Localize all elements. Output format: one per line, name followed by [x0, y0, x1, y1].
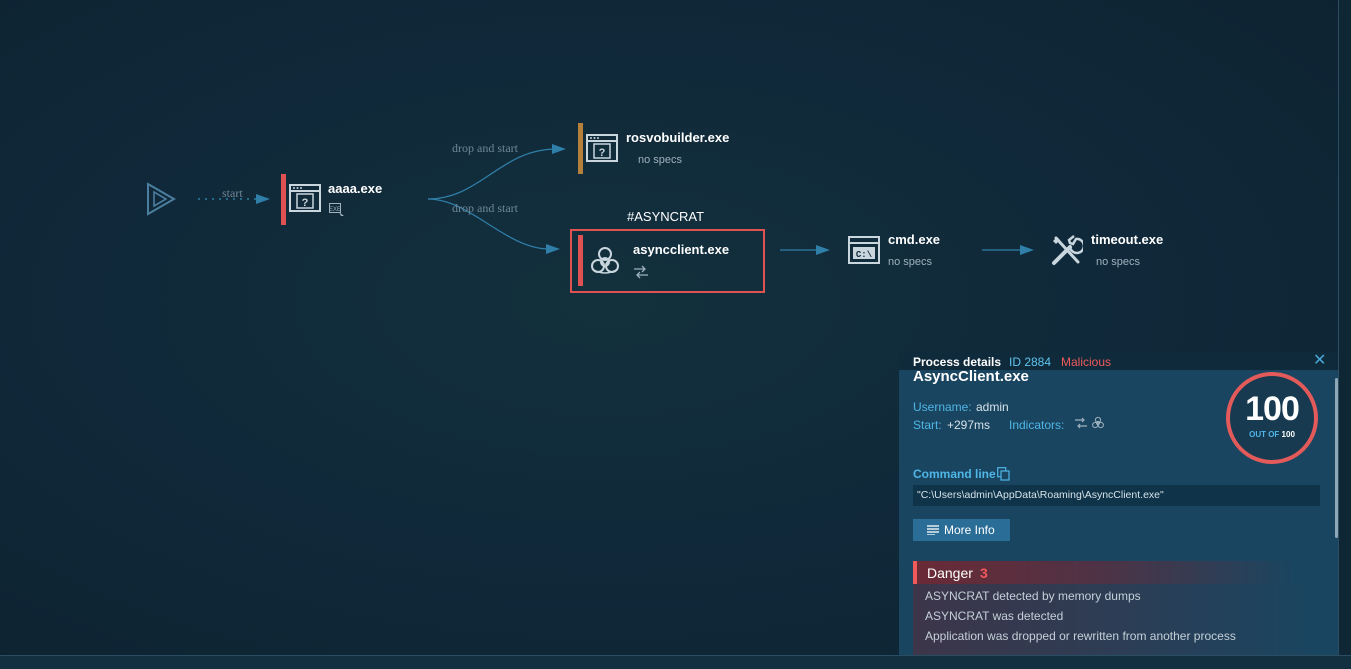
more-info-label: More Info: [944, 523, 995, 537]
biohazard-icon: [591, 247, 619, 274]
asyncclient-node-name[interactable]: asyncclient.exe: [633, 242, 729, 257]
score-max: 100: [1281, 430, 1295, 439]
aaaa-status-bar: [281, 174, 286, 225]
indicators-label: Indicators:: [1009, 418, 1065, 432]
rosvo-node-name[interactable]: rosvobuilder.exe: [626, 130, 729, 145]
tools-icon[interactable]: [1050, 234, 1083, 267]
edge-label-drop-2: drop and start: [452, 201, 518, 215]
network-exchange-icon: [634, 265, 648, 279]
cmd-node-sub: no specs: [888, 256, 933, 268]
username-label: Username:: [913, 400, 972, 414]
command-line-label: Command line: [913, 467, 996, 481]
exe-file-icon: EXE: [329, 203, 344, 216]
bottom-edge-strip: [0, 655, 1351, 669]
cmd-node-name[interactable]: cmd.exe: [888, 232, 940, 247]
right-edge-strip: [1338, 0, 1351, 669]
play-start-icon[interactable]: [145, 182, 177, 216]
async-status-bar: [578, 235, 583, 286]
edge-label-start: start: [222, 186, 243, 200]
danger-count: 3: [980, 565, 988, 581]
username-value: admin: [976, 400, 1009, 414]
close-icon[interactable]: ✕: [1313, 352, 1326, 370]
cmd-console-icon[interactable]: C:\: [848, 236, 880, 264]
danger-item: Application was dropped or rewritten fro…: [925, 629, 1236, 643]
svg-text:C:\: C:\: [856, 250, 873, 260]
network-exchange-icon: [1075, 417, 1087, 429]
svg-text:?: ?: [599, 147, 606, 159]
danger-item: ASYNCRAT was detected: [925, 609, 1064, 623]
process-id: ID 2884: [1009, 355, 1052, 369]
command-line-text: "C:\Users\admin\AppData\Roaming\AsyncCli…: [917, 489, 1164, 501]
verdict-label: Malicious: [1061, 355, 1112, 369]
timeout-node-name[interactable]: timeout.exe: [1091, 232, 1163, 247]
more-info-button[interactable]: More Info: [913, 519, 1010, 541]
edge-drop-rosvo: [427, 148, 556, 200]
danger-title: Danger: [927, 565, 973, 581]
threat-score-circle: 100 OUT OF 100: [1226, 372, 1318, 464]
start-label: Start:: [913, 418, 942, 432]
unknown-program-icon[interactable]: ?: [586, 134, 618, 162]
command-line-field[interactable]: "C:\Users\admin\AppData\Roaming\AsyncCli…: [913, 485, 1320, 506]
edge-label-drop-1: drop and start: [452, 141, 518, 155]
unknown-program-icon[interactable]: ?: [289, 184, 321, 212]
danger-section-header[interactable]: Danger 3: [913, 561, 1295, 584]
process-details-panel: Process details ID 2884 Malicious ✕ Asyn…: [899, 352, 1338, 655]
threat-score-scale: OUT OF 100: [1230, 430, 1314, 439]
rosvo-node-sub: no specs: [638, 154, 683, 166]
svg-text:?: ?: [302, 197, 309, 209]
timeout-node-sub: no specs: [1096, 256, 1141, 268]
list-icon: [927, 525, 939, 535]
start-value: +297ms: [947, 418, 991, 432]
threat-score-value: 100: [1245, 390, 1300, 428]
aaaa-node-name[interactable]: aaaa.exe: [328, 181, 382, 196]
danger-list: ASYNCRAT detected by memory dumps ASYNCR…: [913, 584, 1313, 655]
danger-item: ASYNCRAT detected by memory dumps: [925, 589, 1141, 603]
edge-start-arrow: [256, 194, 270, 204]
copy-icon[interactable]: [997, 467, 1010, 481]
asyncrat-tag[interactable]: #ASYNCRAT: [627, 209, 704, 224]
biohazard-icon: [1092, 416, 1104, 429]
panel-title: Process details: [913, 355, 1002, 369]
process-name: AsyncClient.exe: [913, 368, 1029, 385]
svg-text:EXE: EXE: [329, 207, 341, 213]
score-out-of: OUT OF: [1249, 430, 1280, 439]
rosvo-status-bar: [578, 123, 583, 174]
